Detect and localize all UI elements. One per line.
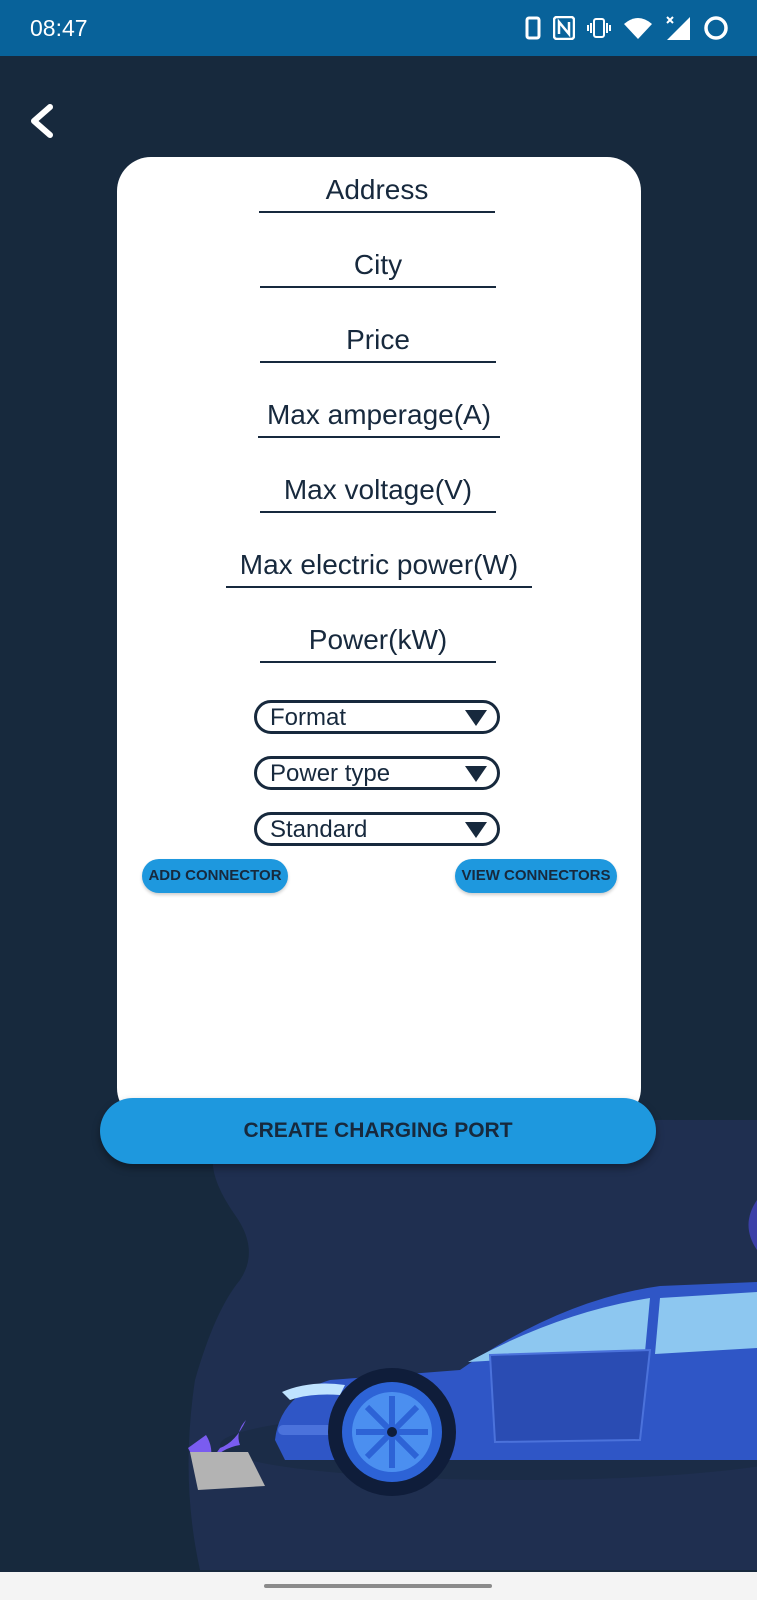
max-voltage-label: Max voltage(V): [283, 474, 473, 505]
phone-icon: [525, 16, 541, 40]
battery-icon: [703, 15, 729, 41]
status-bar: 08:47: [0, 0, 757, 56]
power-kw-field[interactable]: Power(kW): [260, 623, 496, 663]
dropdown-triangle-icon: [465, 822, 487, 838]
home-gesture-handle[interactable]: [264, 1584, 492, 1588]
vibrate-icon: [587, 16, 611, 40]
view-connectors-button[interactable]: VIEW CONNECTORS: [455, 859, 617, 893]
dropdown-triangle-icon: [465, 710, 487, 726]
format-select-value: Format: [270, 704, 347, 731]
address-label: Address: [325, 174, 429, 205]
status-time: 08:47: [30, 15, 88, 41]
back-button[interactable]: [20, 97, 64, 145]
address-field[interactable]: Address: [259, 173, 495, 213]
signal-icon: [665, 15, 691, 41]
max-electric-power-label: Max electric power(W): [239, 549, 519, 580]
price-field[interactable]: Price: [260, 323, 496, 363]
status-icons: [525, 14, 729, 42]
power-type-select-value: Power type: [270, 760, 391, 787]
power-type-select[interactable]: Power type: [254, 756, 500, 790]
max-amperage-label: Max amperage(A): [266, 399, 492, 430]
charging-port-form-card: Address City Price Max amperage(A) Max v…: [117, 157, 641, 1122]
max-amperage-field[interactable]: Max amperage(A): [258, 398, 500, 438]
format-select[interactable]: Format: [254, 700, 500, 734]
price-label: Price: [346, 324, 410, 355]
create-charging-port-button[interactable]: CREATE CHARGING PORT: [100, 1098, 656, 1164]
add-connector-button[interactable]: ADD CONNECTOR: [142, 859, 288, 893]
power-kw-label: Power(kW): [308, 624, 448, 655]
navigation-bar: [0, 1572, 757, 1600]
max-electric-power-field[interactable]: Max electric power(W): [226, 548, 532, 588]
city-label: City: [353, 249, 403, 280]
standard-select-value: Standard: [270, 816, 368, 843]
standard-select[interactable]: Standard: [254, 812, 500, 846]
nfc-icon: [553, 16, 575, 40]
dropdown-triangle-icon: [465, 766, 487, 782]
chevron-left-icon: [20, 104, 64, 149]
wifi-icon: [623, 16, 653, 40]
city-field[interactable]: City: [260, 248, 496, 288]
max-voltage-field[interactable]: Max voltage(V): [260, 473, 496, 513]
